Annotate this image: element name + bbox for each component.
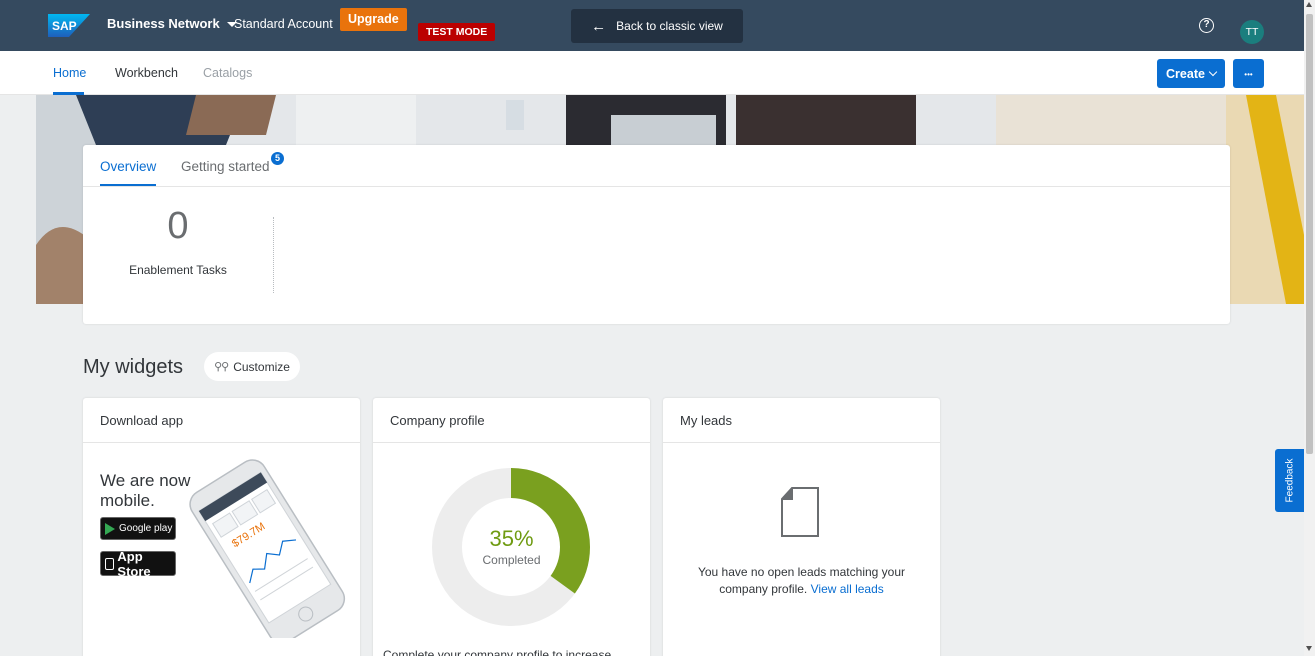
profile-status: Completed bbox=[482, 553, 541, 567]
company-profile-widget: Company profile 35% Completed Complete y… bbox=[373, 398, 650, 656]
widget-title: Download app bbox=[83, 398, 360, 443]
scrollbar-thumb[interactable] bbox=[1306, 14, 1313, 454]
google-play-badge[interactable]: Google play bbox=[100, 517, 176, 540]
profile-description: Complete your company profile to increas… bbox=[383, 648, 612, 656]
phone-mockup-image: $79.7M bbox=[189, 459, 346, 638]
kpi-divider bbox=[273, 217, 274, 293]
view-all-leads-link[interactable]: View all leads bbox=[811, 582, 884, 596]
app-store-label: App Store bbox=[117, 548, 151, 579]
back-to-classic-label: Back to classic view bbox=[616, 19, 723, 33]
user-avatar[interactable]: TT bbox=[1240, 20, 1264, 44]
no-leads-message: You have no open leads matching your com… bbox=[683, 564, 920, 598]
widget-title: My leads bbox=[663, 398, 940, 443]
overview-card: Overview Getting started 5 0 Enablement … bbox=[83, 145, 1230, 324]
upgrade-button[interactable]: Upgrade bbox=[340, 8, 407, 31]
app-store-badge[interactable]: App Store bbox=[100, 548, 176, 579]
shell-bar: SAP Business Network Standard Account Up… bbox=[0, 0, 1304, 51]
account-type: Standard Account bbox=[234, 17, 333, 31]
back-to-classic-button[interactable]: ← Back to classic view bbox=[571, 9, 743, 43]
google-play-label: Google play bbox=[119, 523, 173, 534]
document-icon bbox=[781, 487, 819, 537]
nav-tab-home[interactable]: Home bbox=[53, 66, 86, 80]
apple-icon bbox=[105, 557, 115, 570]
overview-tabs: Overview Getting started 5 bbox=[83, 145, 1230, 187]
sap-logo[interactable]: SAP bbox=[48, 14, 90, 37]
product-name: Business Network bbox=[107, 16, 220, 31]
enablement-tasks-label: Enablement Tasks bbox=[129, 263, 227, 277]
feedback-button[interactable]: Feedback bbox=[1275, 449, 1304, 512]
product-switcher[interactable]: Business Network bbox=[107, 16, 237, 31]
tab-overview[interactable]: Overview bbox=[100, 159, 156, 174]
test-mode-badge: TEST MODE bbox=[418, 23, 496, 41]
widgets-title: My widgets bbox=[83, 356, 184, 378]
sliders-icon: ⚲⚲ bbox=[214, 361, 229, 373]
my-leads-widget: My leads You have no open leads matching… bbox=[663, 398, 940, 656]
play-store-icon bbox=[105, 522, 115, 535]
help-icon[interactable]: ? bbox=[1199, 18, 1214, 33]
arrow-left-icon: ← bbox=[591, 17, 607, 35]
tab-getting-started[interactable]: Getting started bbox=[181, 159, 270, 174]
download-app-widget: Download app We are now mobile. Google p… bbox=[83, 398, 360, 656]
customize-button[interactable]: ⚲⚲ Customize bbox=[204, 352, 300, 381]
page-scrollbar[interactable] bbox=[1304, 0, 1315, 656]
widget-title: Company profile bbox=[373, 398, 650, 443]
scroll-down-arrow-icon[interactable] bbox=[1306, 646, 1312, 651]
nav-bar: Home Workbench Catalogs Create ••• bbox=[0, 51, 1304, 95]
create-label: Create bbox=[1166, 66, 1205, 81]
sap-logo-text: SAP bbox=[52, 19, 77, 33]
nav-tab-catalogs: Catalogs bbox=[203, 66, 253, 80]
customize-label: Customize bbox=[233, 359, 290, 374]
create-button[interactable]: Create bbox=[1157, 59, 1225, 88]
getting-started-badge: 5 bbox=[271, 152, 284, 165]
nav-tab-workbench[interactable]: Workbench bbox=[115, 66, 178, 80]
feedback-label: Feedback bbox=[1284, 458, 1296, 503]
scroll-up-arrow-icon[interactable] bbox=[1306, 2, 1312, 7]
tab-active-indicator bbox=[100, 184, 156, 186]
enablement-tasks-count[interactable]: 0 bbox=[83, 205, 273, 248]
profile-percent: 35% bbox=[489, 526, 534, 551]
chevron-down-icon bbox=[1208, 67, 1218, 77]
more-actions-button[interactable]: ••• bbox=[1233, 59, 1264, 88]
